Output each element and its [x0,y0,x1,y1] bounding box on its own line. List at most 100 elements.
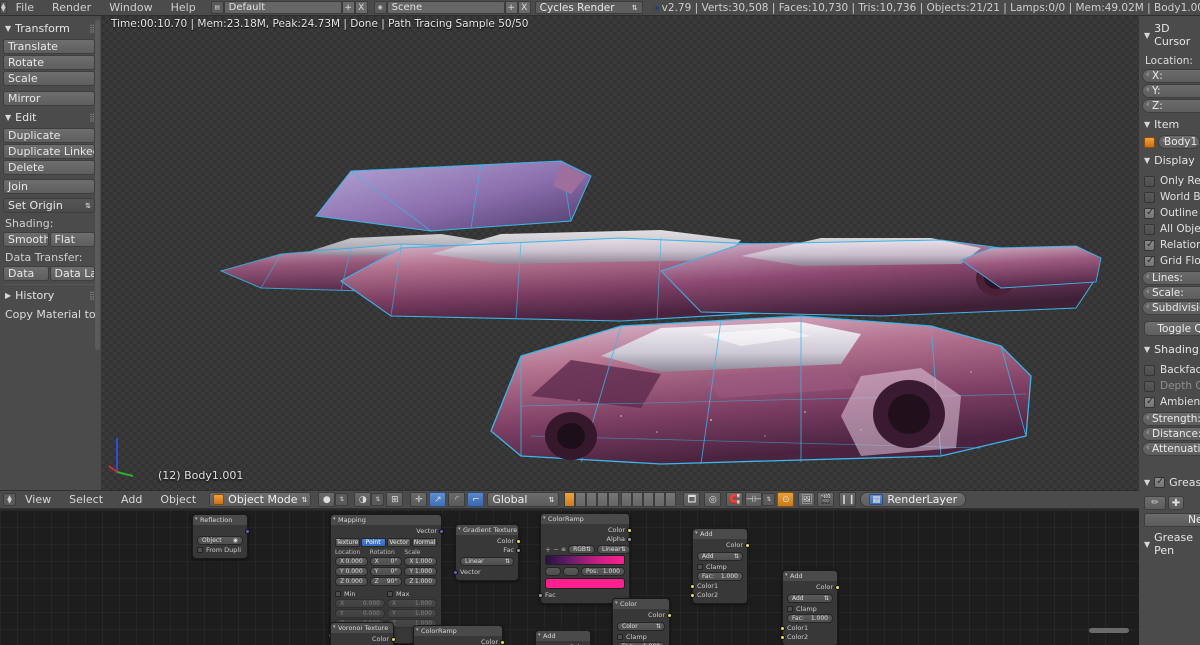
rotation-y-field[interactable]: Y 0° [369,567,403,576]
checkbox-icon[interactable] [1154,476,1166,488]
layer-group-bottom[interactable] [621,492,677,507]
editor-type-icon[interactable]: ▲ ▼ [3,493,16,506]
viewport-menu-object[interactable]: Object [151,490,205,509]
toolshelf-scrollbar[interactable] [95,20,100,350]
checkbox-relationship-lines[interactable]: Relationsh [1144,239,1200,251]
node-colorramp-bottom[interactable]: ColorRamp Color Alpha [413,625,505,645]
color-ramp-gradient[interactable] [545,555,625,565]
proportional-edit-icon[interactable]: ◎ [704,492,722,507]
copy-material-to-others-button[interactable]: Copy Material to Others [3,306,98,323]
blend-mode-select[interactable]: Add ⇅ [787,594,833,603]
socket-icon[interactable] [780,635,785,640]
cursor-x-field[interactable]: X: [1142,69,1200,83]
socket-icon[interactable] [627,537,632,542]
socket-icon[interactable] [500,640,505,645]
node-output-color[interactable]: Color [335,635,396,644]
panel-header-display[interactable]: ▼ Display [1142,150,1200,171]
object-field[interactable]: Object ◉ [197,536,243,545]
viewport-menu-view[interactable]: View [16,490,60,509]
socket-icon[interactable] [627,528,632,533]
socket-icon[interactable] [780,626,785,631]
panel-header-3d-cursor[interactable]: ▼ 3D Cursor [1142,18,1200,52]
clamp-checkbox[interactable]: Clamp [697,563,743,571]
checkbox-all-object-origins[interactable]: All Object [1144,223,1200,235]
panel-header-shading[interactable]: ▼ Shading [1142,339,1200,360]
add-stop-icon[interactable]: ＋ [545,545,551,554]
menu-help[interactable]: Help [162,0,205,16]
tab-vector[interactable]: Vector [386,538,412,547]
chevron-updown-icon[interactable]: ⇅ [335,493,349,506]
opengl-render-icon[interactable]: 🖼 [798,492,816,507]
blend-mode-select[interactable]: Add ⇅ [697,552,743,561]
ao-strength-field[interactable]: Strength: [1142,412,1200,426]
screen-layout-field[interactable]: Default [223,1,342,14]
node-output-fac[interactable]: Fac [460,546,521,555]
panel-header-item[interactable]: ▼ Item [1142,114,1200,135]
tool-duplicate-linked-button[interactable]: Duplicate Linked [3,144,95,159]
tool-rotate-button[interactable]: Rotate [3,55,95,70]
lock-camera-icon[interactable]: 🗖 [683,492,701,507]
pencil-icon[interactable]: ✏ [1144,496,1166,510]
blend-mode-select[interactable]: Color ⇅ [617,622,665,631]
3d-viewport[interactable]: Time:00:10.70 | Mem:23.18M, Peak:24.73M … [101,16,1139,490]
grid-scale-field[interactable]: Scale: [1142,286,1200,300]
node-input-color2[interactable]: Color2 [780,633,833,642]
checkbox-grid-floor[interactable]: Grid Floor [1144,255,1200,267]
viewport-menu-add[interactable]: Add [112,490,151,509]
checkbox-ambient-occlusion[interactable]: Ambient O [1144,396,1200,408]
node-colorramp-top[interactable]: ColorRamp Color Alpha ＋ － ≡ RGB⇅ Linear⇅ [538,513,632,604]
opengl-render-animation-icon[interactable]: 🎬 [817,492,835,507]
socket-icon[interactable] [516,548,521,553]
set-origin-select[interactable]: Set Origin ⇅ [3,198,95,213]
remove-stop-icon[interactable]: － [553,545,559,554]
clamp-checkbox[interactable]: Clamp [617,633,665,641]
node-color-mix[interactable]: Color Color Color⇅ Clamp Fac:1.000 [612,598,672,645]
checkbox-world-background[interactable]: World Bac [1144,191,1200,203]
manipulator-toggle-icon[interactable]: ✛ [410,492,428,507]
tab-normal[interactable]: Normal [412,538,437,547]
cursor-y-field[interactable]: Y: [1142,84,1200,98]
tool-duplicate-button[interactable]: Duplicate [3,128,95,143]
socket-icon[interactable] [453,570,458,575]
rotation-x-field[interactable]: X 0° [369,557,403,566]
socket-icon[interactable] [835,585,840,590]
node-add-2[interactable]: Add Color Add ⇅ Clamp Fac: 1.000 Color1 Co… [780,570,840,645]
node-output-alpha[interactable]: Alpha [545,535,632,544]
menu-window[interactable]: Window [100,0,161,16]
new-grease-pencil-button[interactable]: New [1144,513,1200,527]
ramp-tools-icon[interactable]: ≡ [561,546,566,553]
layer-cell[interactable] [632,492,644,507]
add-screen-layout-button[interactable]: + [341,1,355,14]
menu-render[interactable]: Render [43,0,100,16]
snap-element-icon[interactable]: ⊣⊢ [745,492,763,507]
add-scene-button[interactable]: + [504,1,518,14]
location-z-field[interactable]: Z 0.000 [335,577,368,586]
data-layout-transfer-button[interactable]: Data Lay [49,266,95,281]
layer-cell[interactable] [586,492,598,507]
scene-layers[interactable] [564,492,677,507]
node-output-color[interactable]: Color [697,541,750,550]
data-transfer-button[interactable]: Data [3,266,49,281]
ao-distance-field[interactable]: Distance: [1142,427,1200,441]
tool-scale-button[interactable]: Scale [3,71,95,86]
checkbox-backface-culling[interactable]: Backface [1144,364,1200,376]
render-engine-select[interactable]: Cycles Render ⇅ [534,1,643,14]
node-title[interactable]: ColorRamp [541,514,629,524]
panel-header-grease-pencil[interactable]: ▼ Grease [1142,472,1200,493]
checkbox-only-render[interactable]: Only Rend [1144,175,1200,187]
max-checkbox[interactable]: Max [387,590,437,598]
node-voronoi-texture[interactable]: Voronoi Texture Color Fac [330,622,396,645]
screen-layout-icon[interactable]: ▤ [210,1,224,14]
node-reflection[interactable]: Reflection Object ◉ From Dupli [192,514,250,559]
plus-icon[interactable]: ✚ [1168,496,1184,510]
node-output-color[interactable]: Color [787,583,840,592]
max-x-field[interactable]: X 1.000 [387,599,437,608]
min-y-field[interactable]: Y 0.000 [335,609,385,618]
tool-join-button[interactable]: Join [3,179,95,194]
scale-manipulator-icon[interactable]: ⌐ [467,492,485,507]
node-title[interactable]: Gradient Texture [456,525,518,535]
tool-delete-button[interactable]: Delete [3,160,95,175]
viewport-menu-select[interactable]: Select [60,490,112,509]
location-x-field[interactable]: X 0.000 [335,557,368,566]
fac-field[interactable]: Fac: 1.000 [697,572,743,581]
